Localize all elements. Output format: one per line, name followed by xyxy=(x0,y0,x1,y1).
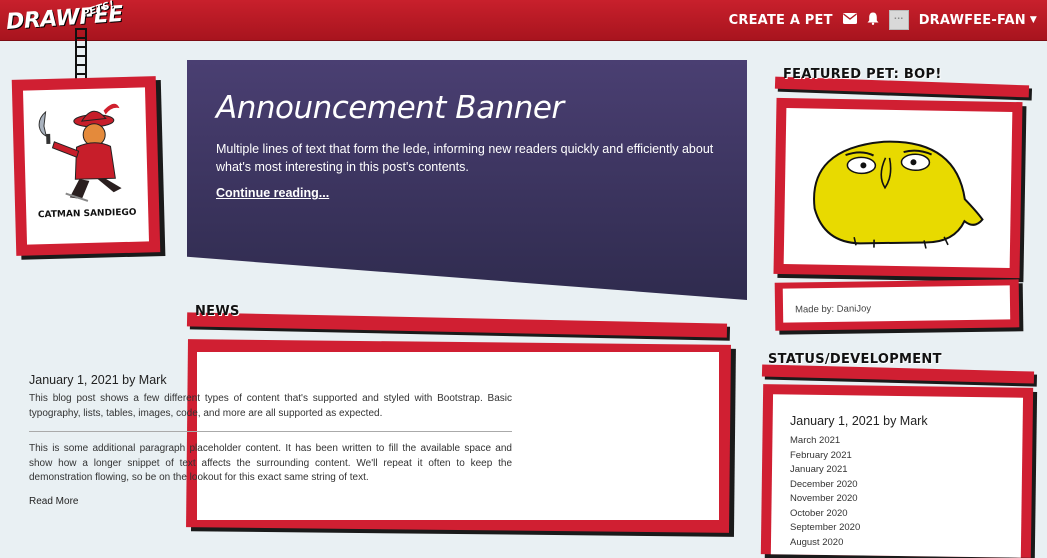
featured-pet-card-inner xyxy=(783,108,1013,268)
archive-link[interactable]: October 2020 xyxy=(790,507,928,522)
pet-name-label: CATMAN SANDIEGO xyxy=(37,207,137,221)
made-by-text: Made by: DaniJoy xyxy=(782,285,1011,323)
archive-link[interactable]: November 2020 xyxy=(790,492,928,507)
read-more-link[interactable]: Read More xyxy=(29,496,512,507)
news-paragraph-1: This blog post shows a few different typ… xyxy=(29,393,512,419)
news-post-title: January 1, 2021 by Mark xyxy=(29,373,167,387)
create-pet-link[interactable]: CREATE A PET xyxy=(729,13,833,28)
archive-link[interactable]: December 2020 xyxy=(790,478,928,493)
news-heading: NEWS xyxy=(195,304,240,319)
status-post: January 1, 2021 by Mark March 2021 Febru… xyxy=(790,414,928,550)
continue-reading-link[interactable]: Continue reading... xyxy=(216,186,329,200)
envelope-icon[interactable] xyxy=(842,12,857,28)
banner-lede: Multiple lines of text that form the led… xyxy=(216,142,714,174)
news-header-strip xyxy=(186,312,728,338)
bell-icon[interactable] xyxy=(867,12,879,29)
username-menu[interactable]: DRAWFEE-FAN xyxy=(919,13,1026,28)
status-post-title: January 1, 2021 by Mark xyxy=(790,414,928,428)
archive-link[interactable]: March 2021 xyxy=(790,434,928,449)
archive-list: March 2021 February 2021 January 2021 De… xyxy=(790,434,928,550)
hanging-ladder xyxy=(75,28,87,84)
made-by-card: Made by: DaniJoy xyxy=(774,279,1020,331)
archive-link[interactable]: February 2021 xyxy=(790,449,928,464)
news-divider xyxy=(29,431,512,432)
news-paragraph-2: This is some additional paragraph placeh… xyxy=(29,443,512,483)
pet-card[interactable]: CATMAN SANDIEGO xyxy=(11,76,161,256)
catman-sandiego-image xyxy=(38,103,122,202)
archive-link[interactable]: September 2020 xyxy=(790,521,928,536)
pet-card-inner: CATMAN SANDIEGO xyxy=(23,87,149,245)
featured-pet-card[interactable] xyxy=(773,97,1023,279)
navbar-right: CREATE A PET ··· DRAWFEE-FAN ▼ xyxy=(729,0,1037,40)
banner-title: Announcement Banner xyxy=(216,90,564,126)
status-header-strip xyxy=(761,364,1035,384)
top-navbar: DRAWFEE PETS! CREATE A PET ··· DRAWFEE-F… xyxy=(0,0,1047,41)
featured-pet-heading: FEATURED PET: BOP! xyxy=(783,67,942,82)
user-avatar[interactable]: ··· xyxy=(888,10,909,30)
announcement-banner: Announcement Banner Multiple lines of te… xyxy=(187,60,747,300)
bop-pet-image xyxy=(813,140,984,249)
news-post: January 1, 2021 by Mark This blog post s… xyxy=(29,373,512,507)
caret-down-icon[interactable]: ▼ xyxy=(1030,15,1037,25)
archive-link[interactable]: January 2021 xyxy=(790,463,928,478)
status-heading: STATUS/DEVELOPMENT xyxy=(768,352,942,367)
